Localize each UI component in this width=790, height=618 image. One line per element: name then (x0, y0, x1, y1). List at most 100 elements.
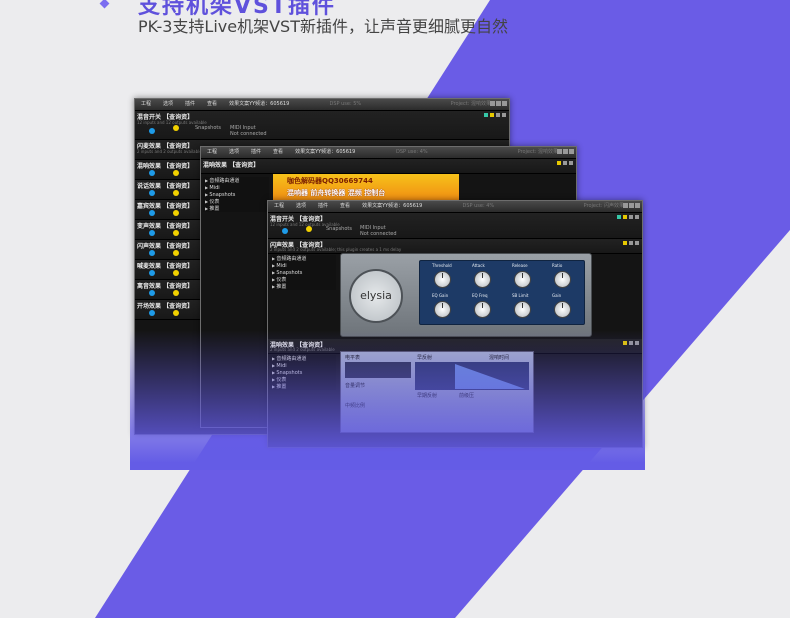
sidebar-item-meters[interactable]: 仪表 (270, 276, 336, 283)
ratio-knob[interactable] (554, 271, 571, 288)
sidebar-item-snapshots[interactable]: Snapshots (203, 191, 269, 198)
route-icon[interactable] (484, 113, 488, 117)
gain-knob[interactable] (173, 310, 179, 316)
release-knob[interactable] (514, 271, 531, 288)
menu-item-project[interactable]: 工程 (207, 147, 217, 158)
power-icon[interactable] (623, 215, 627, 219)
edit-icon[interactable] (629, 241, 633, 245)
volume-knob[interactable] (149, 128, 155, 134)
volume-knob[interactable] (282, 228, 288, 234)
minimize-icon[interactable] (490, 101, 495, 106)
track-row[interactable]: 闪声效果 【查询资】 2 inputs and 2 outputs availa… (268, 239, 642, 254)
elysia-plugin[interactable]: elysia Threshold Attack Release Ratio EQ… (340, 253, 592, 337)
menu-item-view[interactable]: 查看 (273, 147, 283, 158)
sidebar-item-midi[interactable]: Midi (270, 362, 336, 369)
edit-icon[interactable] (563, 161, 567, 165)
menu-item-plugins[interactable]: 插件 (318, 201, 328, 212)
sb-limit-knob[interactable] (514, 301, 531, 318)
gain-knob[interactable] (173, 190, 179, 196)
menu-item-channel[interactable]: 效果文案YY频道：605619 (229, 99, 289, 110)
close-icon[interactable] (635, 215, 639, 219)
menu-item-project[interactable]: 工程 (141, 99, 151, 110)
power-icon[interactable] (623, 241, 627, 245)
threshold-knob[interactable] (434, 271, 451, 288)
sidebar-item-midi[interactable]: Midi (203, 184, 269, 191)
minimize-icon[interactable] (623, 203, 628, 208)
sidebar-item-settings[interactable]: 推置 (270, 383, 336, 390)
menu-item-options[interactable]: 选项 (229, 147, 239, 158)
close-icon[interactable] (502, 113, 506, 117)
sidebar-item-routing[interactable]: 音频路由通道 (270, 255, 336, 262)
maximize-icon[interactable] (563, 149, 568, 154)
sidebar-item-midi[interactable]: Midi (270, 262, 336, 269)
gain-knob[interactable] (173, 290, 179, 296)
sidebar-item-meters[interactable]: 仪表 (270, 376, 336, 383)
knob-label: EQ Freq (472, 293, 488, 298)
track-row[interactable]: 混音开关 【查询资】 12 inputs and 12 outputs avai… (135, 111, 509, 140)
sidebar-item-settings[interactable]: 推置 (203, 205, 269, 212)
sidebar-item-meters[interactable]: 仪表 (203, 198, 269, 205)
menu-item-options[interactable]: 选项 (163, 99, 173, 110)
close-icon[interactable] (569, 149, 574, 154)
edit-icon[interactable] (496, 113, 500, 117)
maximize-icon[interactable] (496, 101, 501, 106)
attack-knob[interactable] (474, 271, 491, 288)
sidebar-item-snapshots[interactable]: Snapshots (270, 369, 336, 376)
menu-item-channel[interactable]: 效果文案YY频道：605619 (362, 201, 422, 212)
volume-knob[interactable] (149, 230, 155, 236)
gain-knob[interactable] (173, 170, 179, 176)
power-icon[interactable] (490, 113, 494, 117)
track-row[interactable]: 混音开关 【查询资】 12 inputs and 12 outputs avai… (268, 213, 642, 239)
close-icon[interactable] (635, 341, 639, 345)
volume-knob[interactable] (149, 310, 155, 316)
menu-item-plugins[interactable]: 插件 (251, 147, 261, 158)
menu-item-view[interactable]: 查看 (340, 201, 350, 212)
volume-knob[interactable] (149, 270, 155, 276)
banner-line-1: 咖色解码器QQ30669744 (287, 177, 373, 185)
gain-knob[interactable] (173, 125, 179, 131)
eq-gain-knob[interactable] (434, 301, 451, 318)
gain-knob[interactable] (173, 250, 179, 256)
eq-freq-knob[interactable] (474, 301, 491, 318)
edit-icon[interactable] (629, 215, 633, 219)
volume-knob[interactable] (149, 250, 155, 256)
menu-item-plugins[interactable]: 插件 (185, 99, 195, 110)
gain-knob[interactable] (173, 270, 179, 276)
gain-knob[interactable] (173, 230, 179, 236)
plugin-control-panel: Threshold Attack Release Ratio EQ Gain E… (419, 260, 585, 325)
close-icon[interactable] (635, 241, 639, 245)
route-icon[interactable] (617, 215, 621, 219)
snapshots-label: Snapshots (326, 226, 352, 232)
power-icon[interactable] (623, 341, 627, 345)
menu-item-channel[interactable]: 效果文案YY频道：605619 (295, 147, 355, 158)
track-name: 说话效果 【查询资】 (137, 183, 194, 190)
sidebar-item-routing[interactable]: 音频路由通道 (203, 177, 269, 184)
volume-knob[interactable] (149, 210, 155, 216)
edit-icon[interactable] (629, 341, 633, 345)
minimize-icon[interactable] (557, 149, 562, 154)
power-icon[interactable] (557, 161, 561, 165)
close-icon[interactable] (635, 203, 640, 208)
sidebar-item-routing[interactable]: 音频路由通道 (270, 355, 336, 362)
reverb-plugin[interactable]: 电平表 早反射 混响时间 音量调节 早期反射 前级压 中频比例 (340, 351, 534, 433)
track-info: 2 inputs and 2 outputs available (270, 347, 335, 352)
menu-item-options[interactable]: 选项 (296, 201, 306, 212)
menu-item-project[interactable]: 工程 (274, 201, 284, 212)
menu-item-view[interactable]: 查看 (207, 99, 217, 110)
volume-knob[interactable] (149, 290, 155, 296)
graph-label: 混响时间 (489, 355, 510, 361)
volume-knob[interactable] (149, 190, 155, 196)
dsp-usage: DSP use: 4% (396, 149, 428, 155)
gain-knob[interactable] (306, 226, 312, 232)
close-icon[interactable] (569, 161, 573, 165)
gain-knob[interactable] (173, 210, 179, 216)
sidebar-item-settings[interactable]: 推置 (270, 283, 336, 290)
sidebar-item-snapshots[interactable]: Snapshots (270, 269, 336, 276)
maximize-icon[interactable] (629, 203, 634, 208)
graph-label: 中频比例 (345, 403, 366, 409)
knob-label: Release (512, 263, 528, 268)
volume-knob[interactable] (149, 170, 155, 176)
track-row[interactable]: 混响效果 【查询资】 (201, 159, 576, 174)
close-icon[interactable] (502, 101, 507, 106)
output-gain-knob[interactable] (554, 301, 571, 318)
